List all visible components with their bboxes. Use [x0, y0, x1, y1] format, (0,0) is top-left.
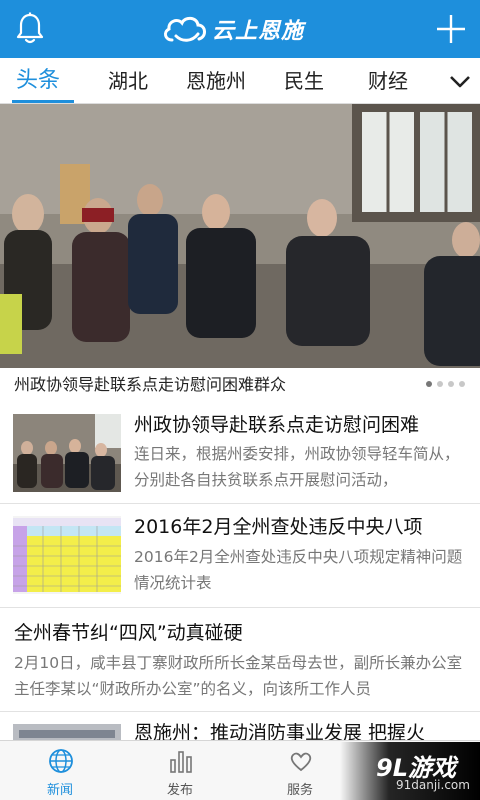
news-title: 恩施州：推动消防事业发展 把握火 — [134, 722, 426, 742]
news-thumbnail — [13, 414, 121, 492]
nav-services-label: 服务 — [286, 783, 313, 798]
news-item[interactable]: 恩施州：推动消防事业发展 把握火 — [0, 712, 480, 742]
bell-icon[interactable] — [14, 12, 46, 46]
site-watermark: 9L游戏 91danji.com — [340, 742, 480, 800]
slide-dot — [437, 381, 443, 387]
channel-tabs: 头条 湖北 恩施州 民生 财经 — [0, 58, 480, 104]
tab-finance[interactable]: 财经 — [368, 58, 408, 104]
news-title: 2016年2月全州查处违反中央八项 — [134, 516, 423, 538]
news-summary: 连日来，根据州委安排，州政协领导轻车简从，分别赴各自扶贫联系点开展慰问活动， — [134, 445, 460, 489]
slide-dot — [459, 381, 465, 387]
nav-publish-label: 发布 — [166, 783, 193, 798]
globe-icon — [49, 749, 73, 773]
bar-chart-icon — [170, 751, 192, 773]
slide-indicator — [426, 381, 465, 387]
nav-news[interactable]: 新闻 — [12, 741, 108, 800]
tab-livelihood[interactable]: 民生 — [284, 58, 324, 104]
news-item[interactable]: 州政协领导赴联系点走访慰问困难 连日来，根据州委安排，州政协领导轻车简从，分别赴… — [0, 402, 480, 504]
plus-icon[interactable] — [434, 12, 468, 46]
news-summary: 2016年2月全州查处违反中央八项规定精神问题情况统计表 — [134, 548, 463, 592]
nav-services[interactable]: 服务 — [252, 741, 348, 800]
news-summary: 2月10日，咸丰县丁寨财政所所长金某岳母去世，副所长兼办公室主任李某以“财政所办… — [14, 654, 463, 698]
active-tab-indicator — [12, 100, 74, 103]
heart-hands-icon — [290, 752, 312, 772]
app-logo: 云上恩施 — [162, 10, 322, 48]
nav-news-label: 新闻 — [46, 783, 73, 798]
app-header: 云上恩施 — [0, 0, 480, 58]
tab-headlines[interactable]: 头条 — [16, 58, 60, 104]
news-title: 全州春节纠“四风”动真碰硬 — [14, 622, 243, 644]
hero-photo — [0, 104, 480, 368]
news-item[interactable]: 全州春节纠“四风”动真碰硬 2月10日，咸丰县丁寨财政所所长金某岳母去世，副所长… — [0, 608, 480, 712]
news-thumbnail — [13, 516, 121, 594]
tab-hubei[interactable]: 湖北 — [108, 58, 148, 104]
chevron-down-icon[interactable] — [448, 70, 472, 92]
app-title: 云上恩施 — [212, 19, 305, 44]
cloud-logo-icon — [163, 16, 206, 42]
watermark-url: 91danji.com — [396, 778, 470, 792]
hero-caption-bar: 州政协领导赴联系点走访慰问困难群众 — [0, 368, 480, 402]
slide-dot — [426, 381, 432, 387]
hero-caption[interactable]: 州政协领导赴联系点走访慰问困难群众 — [14, 372, 286, 398]
hero-image[interactable] — [0, 104, 480, 368]
news-title: 州政协领导赴联系点走访慰问困难 — [134, 414, 420, 436]
tab-enshi-prefecture[interactable]: 恩施州 — [186, 58, 246, 104]
nav-publish[interactable]: 发布 — [132, 741, 228, 800]
slide-dot — [448, 381, 454, 387]
news-item[interactable]: 2016年2月全州查处违反中央八项 2016年2月全州查处违反中央八项规定精神问… — [0, 504, 480, 608]
